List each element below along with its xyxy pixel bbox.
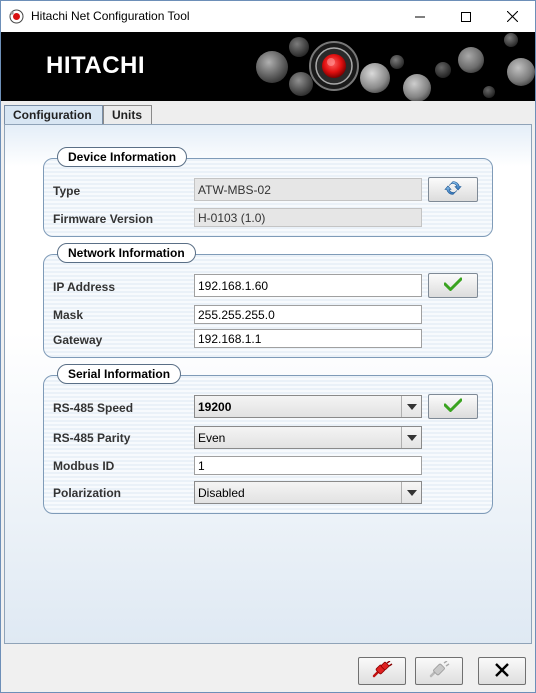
checkmark-icon [443,277,463,294]
gateway-field[interactable]: 192.168.1.1 [194,329,422,348]
close-icon [495,662,509,680]
close-icon [506,11,518,22]
hitachi-logo: HITACHI [46,52,146,79]
serial-information-title: Serial Information [57,364,182,384]
apply-network-button[interactable] [428,273,478,298]
disconnect-button[interactable] [415,657,463,685]
chevron-down-icon[interactable] [401,396,421,417]
rs485-parity-label: RS-485 Parity [53,431,131,445]
ip-address-field[interactable]: 192.168.1.60 [194,274,422,297]
connect-button[interactable] [358,657,406,685]
tab-configuration[interactable]: Configuration [4,105,103,125]
polarization-value: Disabled [198,486,245,500]
modbus-id-field[interactable]: 1 [194,456,422,475]
network-information-title: Network Information [57,243,196,263]
rs485-parity-select[interactable]: Even [194,426,422,449]
app-icon [9,9,24,24]
tab-units[interactable]: Units [103,105,152,125]
mask-label: Mask [53,308,84,322]
gateway-label: Gateway [53,333,103,347]
rs485-speed-select[interactable]: 19200 [194,395,422,418]
firmware-version-field: H-0103 (1.0) [194,208,422,227]
mask-field[interactable]: 255.255.255.0 [194,305,422,324]
rs485-speed-label: RS-485 Speed [53,401,134,415]
device-information-title: Device Information [57,147,188,167]
minimize-icon [415,12,425,22]
type-field: ATW-MBS-02 [194,178,422,201]
refresh-icon [444,179,462,200]
polarization-label: Polarization [53,486,122,500]
refresh-button[interactable] [428,177,478,202]
maximize-button[interactable] [443,1,489,32]
minimize-button[interactable] [397,1,443,32]
rs485-speed-value: 19200 [198,400,232,414]
app-window: Hitachi Net Configuration Tool HITACHI C… [0,0,536,693]
rs485-parity-value: Even [198,431,226,445]
maximize-icon [461,11,471,22]
plug-disconnect-icon [428,659,450,682]
apply-serial-button[interactable] [428,394,478,419]
ip-address-label: IP Address [53,280,116,294]
window-title: Hitachi Net Configuration Tool [31,9,190,23]
chevron-down-icon[interactable] [401,427,421,448]
checkmark-icon [443,398,463,415]
chevron-down-icon[interactable] [401,482,421,503]
type-label: Type [53,184,81,198]
firmware-version-label: Firmware Version [53,212,154,226]
exit-button[interactable] [478,657,526,685]
plug-connect-icon [371,659,393,682]
polarization-select[interactable]: Disabled [194,481,422,504]
title-bar: Hitachi Net Configuration Tool [1,1,535,32]
header-banner: HITACHI [1,32,535,101]
modbus-id-label: Modbus ID [53,459,115,473]
close-window-button[interactable] [489,1,535,32]
